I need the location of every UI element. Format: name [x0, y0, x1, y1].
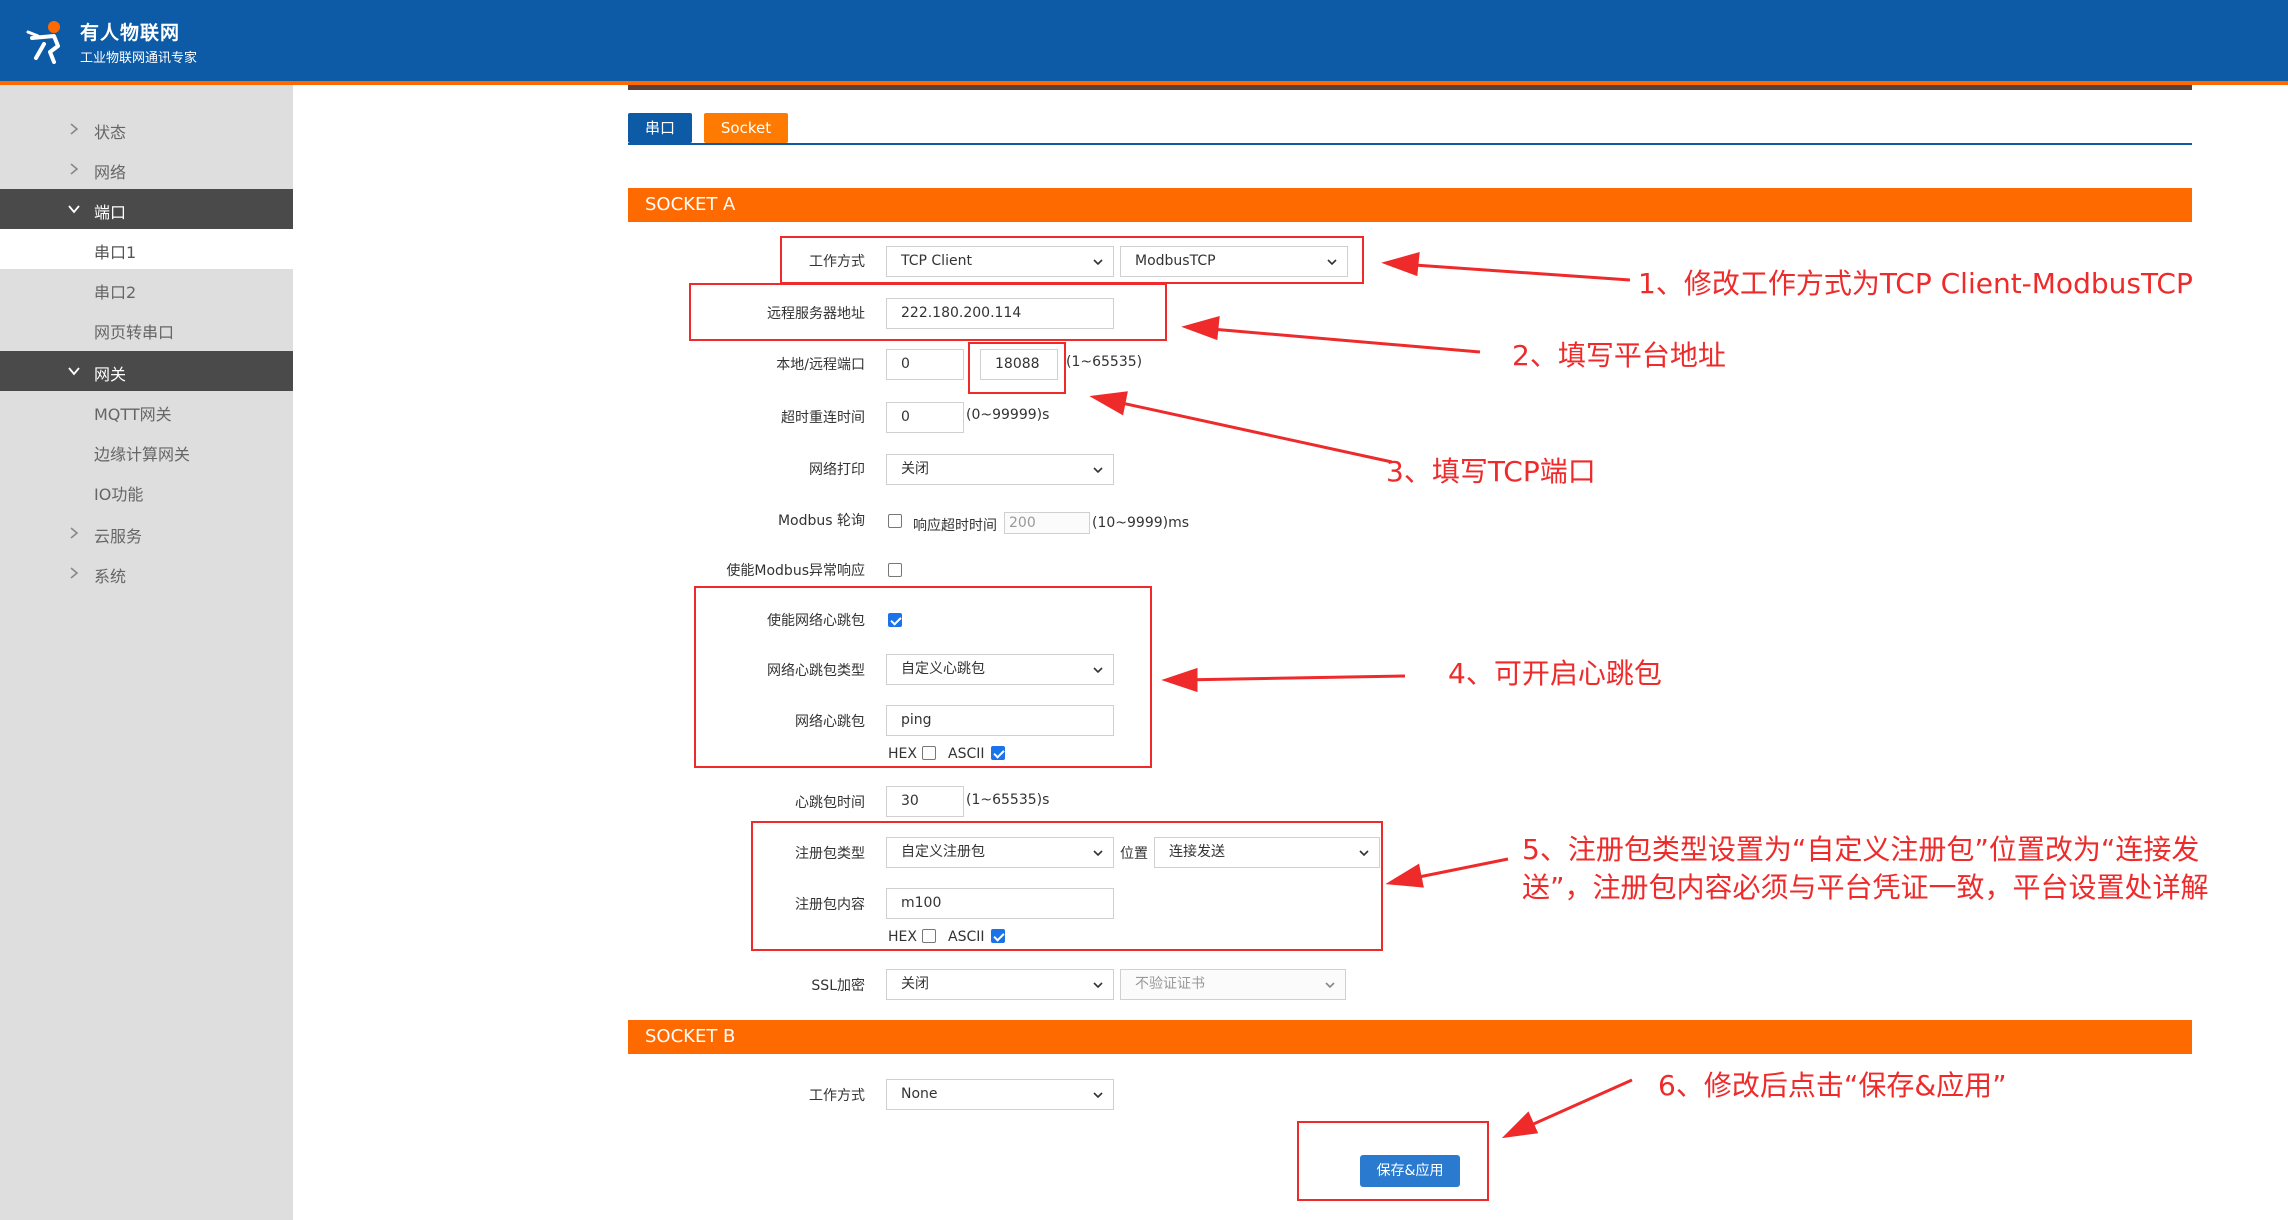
logo-icon	[26, 21, 60, 64]
sidebar-item-io[interactable]: IO功能	[0, 471, 293, 511]
tab-serial[interactable]: 串口	[628, 113, 692, 143]
annotation-box-register	[751, 821, 1383, 951]
chevron-right-icon	[70, 123, 79, 135]
ssl-cert-value: 不验证证书	[1135, 976, 1205, 992]
sidebar-item-label: 端口	[94, 203, 127, 222]
reconnect-input[interactable]: 0	[886, 402, 964, 433]
sidebar-item-status[interactable]: 状态	[0, 109, 293, 149]
heartbeat-time-label: 心跳包时间	[795, 795, 865, 811]
brand-title: 有人物联网	[80, 22, 181, 44]
sidebar-item-label: 网络	[94, 163, 127, 182]
modbus-poll-label: Modbus 轮询	[777, 513, 865, 529]
sidebar-item-serial1[interactable]: 串口1	[0, 229, 293, 269]
chevron-down-icon	[1093, 467, 1103, 474]
sidebar-item-label: 网页转串口	[94, 323, 175, 342]
sidebar-item-label: MQTT网关	[94, 405, 172, 424]
annotation-box-remote-port	[968, 342, 1066, 394]
sidebar-item-cloud[interactable]: 云服务	[0, 513, 293, 553]
sidebar-item-label: 边缘计算网关	[94, 445, 191, 464]
sidebar-item-label: 系统	[94, 567, 127, 586]
annotation-box-server-address	[689, 283, 1167, 341]
tab-underline	[628, 143, 2192, 145]
response-timeout-input[interactable]: 200	[1004, 512, 1090, 534]
reconnect-hint: (0~99999)s	[966, 407, 1050, 423]
annotation-note-5-line1: 5、注册包类型设置为“自定义注册包”位置改为“连接发	[1522, 833, 2200, 866]
chevron-right-icon	[70, 163, 79, 175]
local-port-input[interactable]: 0	[886, 349, 964, 380]
annotation-note-6: 6、修改后点击“保存&应用”	[1658, 1069, 2007, 1102]
ssl-label: SSL加密	[811, 978, 865, 994]
sidebar-item-port[interactable]: 端口	[0, 189, 293, 229]
annotation-box-heartbeat	[694, 586, 1152, 768]
tab-socket[interactable]: Socket	[704, 113, 788, 143]
chevron-down-icon	[1093, 982, 1103, 989]
sidebar-item-serial2[interactable]: 串口2	[0, 269, 293, 309]
response-timeout-hint: (10~9999)ms	[1092, 515, 1190, 531]
modbus-exception-label: 使能Modbus异常响应	[726, 563, 865, 579]
ssl-select[interactable]: 关闭	[886, 969, 1114, 1000]
sidebar-item-web-to-serial[interactable]: 网页转串口	[0, 309, 293, 349]
brand-subtitle: 工业物联网通讯专家	[80, 51, 198, 66]
sidebar-item-label: 串口2	[94, 283, 137, 302]
chevron-down-icon	[68, 205, 80, 214]
chevron-down-icon	[1325, 982, 1335, 989]
sidebar-item-label: 状态	[94, 123, 127, 142]
heartbeat-time-hint: (1~65535)s	[966, 792, 1050, 808]
annotation-note-5-line2: 送”，注册包内容必须与平台凭证一致，平台设置处详解	[1522, 871, 2209, 904]
response-timeout-label: 响应超时时间	[913, 518, 997, 534]
chevron-right-icon	[70, 567, 79, 579]
ssl-value: 关闭	[901, 976, 929, 992]
net-print-select[interactable]: 关闭	[886, 454, 1114, 485]
app-header: 有人物联网 工业物联网通讯专家	[0, 0, 2288, 81]
chevron-down-icon	[1093, 1092, 1103, 1099]
heartbeat-time-input[interactable]: 30	[886, 786, 964, 817]
annotation-note-4: 4、可开启心跳包	[1448, 657, 1662, 690]
socket-b-work-mode-value: None	[901, 1086, 938, 1102]
annotation-box-work-mode	[780, 236, 1364, 284]
sidebar-item-label: 云服务	[94, 527, 143, 546]
modbus-exception-checkbox[interactable]	[888, 563, 902, 577]
section-socket-b: SOCKET B	[628, 1020, 2192, 1054]
net-print-value: 关闭	[901, 461, 929, 477]
section-socket-a: SOCKET A	[628, 188, 2192, 222]
chevron-right-icon	[70, 527, 79, 539]
annotation-note-1: 1、修改工作方式为TCP Client-ModbusTCP	[1638, 267, 2193, 300]
sidebar-item-label: 串口1	[94, 243, 137, 262]
content-top-bar	[628, 85, 2192, 90]
ports-label: 本地/远程端口	[776, 357, 865, 373]
socket-b-work-mode-label: 工作方式	[809, 1088, 865, 1104]
reconnect-label: 超时重连时间	[781, 410, 865, 426]
ports-hint: (1~65535)	[1066, 354, 1143, 370]
sidebar-item-label: IO功能	[94, 485, 144, 504]
annotation-note-2: 2、填写平台地址	[1512, 339, 1726, 372]
annotation-note-3: 3、填写TCP端口	[1386, 455, 1596, 488]
modbus-poll-checkbox[interactable]	[888, 514, 902, 528]
sidebar-item-label: 网关	[94, 365, 127, 384]
sidebar-item-edge-gateway[interactable]: 边缘计算网关	[0, 431, 293, 471]
annotation-box-save	[1297, 1121, 1489, 1201]
sidebar-item-gateway[interactable]: 网关	[0, 351, 293, 391]
net-print-label: 网络打印	[809, 462, 865, 478]
sidebar-item-mqtt-gateway[interactable]: MQTT网关	[0, 391, 293, 431]
chevron-down-icon	[68, 367, 80, 376]
sidebar-item-network[interactable]: 网络	[0, 149, 293, 189]
sidebar: 状态 网络 端口 串口1 串口2 网页转串口 网关 MQTT网关 边缘计算网关 …	[0, 85, 293, 1220]
socket-b-work-mode-select[interactable]: None	[886, 1079, 1114, 1110]
ssl-cert-select[interactable]: 不验证证书	[1120, 969, 1346, 1000]
sidebar-item-system[interactable]: 系统	[0, 553, 293, 593]
